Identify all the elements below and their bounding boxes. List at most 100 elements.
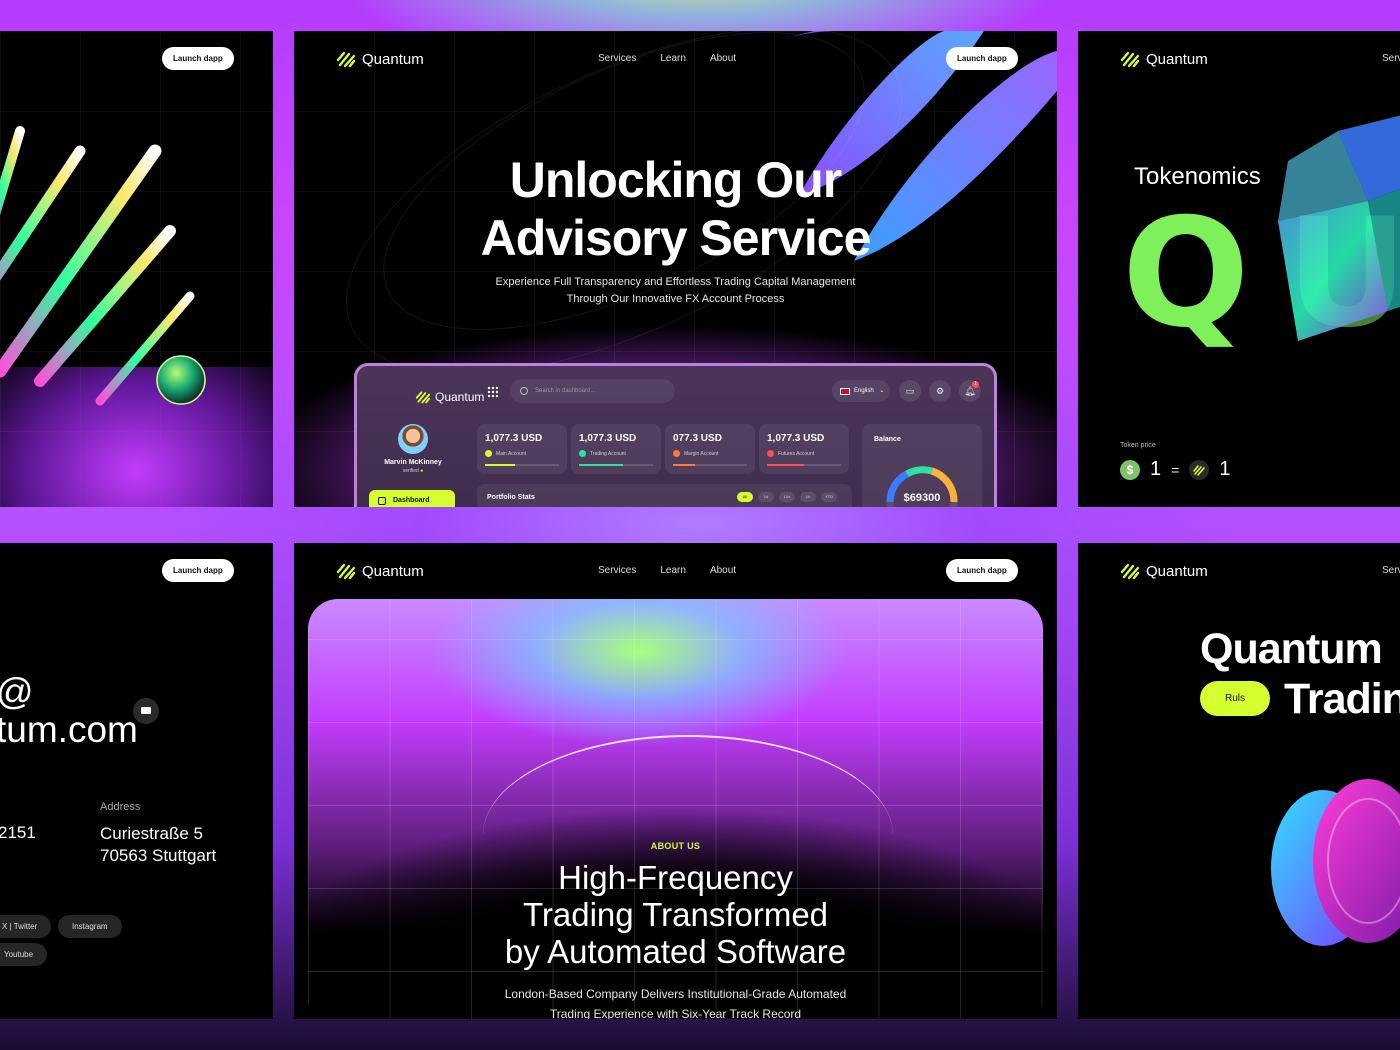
launch-dapp-button[interactable]: Launch dapp: [162, 559, 234, 582]
launch-dapp-button[interactable]: Launch dapp: [946, 559, 1018, 582]
hero-subtitle: Experience Full Transparency and Effortl…: [294, 274, 1057, 308]
notification-badge: 1: [972, 381, 979, 388]
nav-services[interactable]: Services: [598, 565, 636, 576]
about-subtitle-line-1: London-Based Company Delivers Institutio…: [504, 987, 847, 1001]
nav-services[interactable]: Services: [598, 53, 636, 64]
launch-dapp-button[interactable]: Launch dapp: [162, 47, 234, 70]
nav-services-partial[interactable]: Serv: [1382, 53, 1400, 64]
dashboard-search-input[interactable]: Search in dashboard...: [510, 379, 675, 403]
contact-email[interactable]: @ tum.com: [0, 673, 138, 749]
quantum-logo[interactable]: Quantum: [1120, 50, 1208, 68]
range-10d[interactable]: 10d: [779, 492, 795, 502]
panel-glow-art: Launch dapp: [0, 31, 273, 507]
uk-flag-icon: [840, 388, 850, 395]
account-dot-icon: [767, 450, 774, 457]
quantum-logo[interactable]: Quantum: [336, 562, 424, 580]
price-left-value: 1: [1150, 458, 1162, 480]
account-value: 1,077.3 USD: [767, 433, 825, 444]
account-card-futures[interactable]: 1,077.3 USD Futures Account: [759, 424, 849, 474]
search-placeholder: Search in dashboard...: [535, 388, 596, 394]
nav-about[interactable]: About: [710, 565, 736, 576]
range-all[interactable]: All: [737, 492, 753, 502]
quantum-logo-icon: [1120, 51, 1140, 68]
panel-advisory-hero: Quantum Services Learn About Launch dapp…: [294, 31, 1057, 507]
apps-grid-icon[interactable]: [487, 386, 499, 398]
social-youtube[interactable]: Youtube: [0, 943, 48, 966]
hero-title-line-2: Advisory Service: [480, 210, 872, 266]
hero-title: Unlocking Our Advisory Service: [294, 151, 1057, 267]
quantum-coin-icon: [1189, 459, 1210, 480]
gear-icon[interactable]: ⚙: [929, 380, 951, 402]
account-dot-icon: [673, 450, 680, 457]
range-1h[interactable]: 1h: [800, 492, 816, 502]
account-card-main[interactable]: 1,077.3 USD Main Account: [477, 424, 567, 474]
panel-quantum-trading: Quantum Serv Quantum Ruls Tradin: [1078, 543, 1400, 1019]
social-instagram[interactable]: Instagram: [58, 915, 122, 938]
account-value: 1,077.3 USD: [579, 433, 637, 444]
quantum-logo[interactable]: Quantum: [336, 50, 424, 68]
nav-learn[interactable]: Learn: [660, 53, 686, 64]
about-title-line-3: by Automated Software: [504, 933, 847, 970]
email-line-1: @: [0, 673, 138, 711]
quantum-logo-icon: [415, 391, 431, 404]
account-label: Margin Account: [684, 450, 719, 457]
about-hero-card: ABOUT US High-Frequency Trading Transfor…: [308, 599, 1043, 1019]
about-title: High-Frequency Trading Transformed by Au…: [308, 859, 1043, 970]
range-ytd[interactable]: YTD: [821, 492, 837, 502]
sidebar-item-label: Dashboard: [393, 497, 430, 504]
brand-name: Quantum: [1146, 50, 1208, 68]
account-label: Main Account: [496, 450, 527, 457]
account-card-margin[interactable]: 077.3 USD Margin Account: [665, 424, 755, 474]
account-dot-icon: [485, 450, 492, 457]
account-label: Trading Account: [590, 450, 626, 457]
headline-line-2: Tradin: [1284, 675, 1400, 723]
account-card-trading[interactable]: 1,077.3 USD Trading Account: [571, 424, 661, 474]
about-subtitle-line-2: Trading Experience with Six-Year Track R…: [549, 1007, 802, 1019]
glass-cube-illustration: [1278, 115, 1400, 341]
dollar-coin-icon: $: [1120, 459, 1140, 480]
quantum-logo[interactable]: Quantum: [1120, 562, 1208, 580]
top-nav: Services Learn About: [598, 565, 736, 576]
headline-line-1: Quantum: [1200, 625, 1383, 673]
address-label: Address: [100, 801, 141, 813]
social-twitter[interactable]: X | Twitter: [0, 915, 52, 938]
check-icon: ●: [420, 468, 424, 474]
address-line-1: Curiestraße 5: [100, 824, 203, 843]
dashboard-logo[interactable]: Quantum: [415, 390, 484, 404]
nav-about[interactable]: About: [710, 53, 736, 64]
ruls-badge-button[interactable]: Ruls: [1200, 681, 1270, 716]
about-subtitle: London-Based Company Delivers Institutio…: [308, 984, 1043, 1019]
nav-learn[interactable]: Learn: [660, 565, 686, 576]
sidebar-item-dashboard[interactable]: Dashboard: [369, 490, 455, 507]
brand-name: Quantum: [362, 50, 424, 68]
balance-card: Balance $69300: [862, 424, 982, 507]
account-label: Futures Account: [778, 450, 815, 457]
token-letter-q: Q: [1122, 187, 1250, 361]
neon-streaks-illustration: [0, 126, 206, 406]
bell-icon[interactable]: 🔔︎ 1: [959, 380, 981, 402]
dashboard-preview: Quantum Search in dashboard... English ⌄…: [354, 363, 997, 507]
nav-services-partial[interactable]: Serv: [1382, 565, 1400, 576]
about-title-line-2: Trading Transformed: [522, 896, 829, 933]
panel-about-us: Quantum Services Learn About Launch dapp…: [294, 543, 1057, 1019]
account-value: 1,077.3 USD: [485, 433, 543, 444]
chevron-down-icon: ⌄: [879, 388, 885, 394]
language-select[interactable]: English ⌄: [832, 380, 890, 402]
wallet-icon[interactable]: ▭: [899, 380, 921, 402]
brand-name: Quantum: [1146, 562, 1208, 580]
launch-dapp-button[interactable]: Launch dapp: [946, 47, 1018, 70]
balance-value: $69300: [903, 492, 941, 504]
quantum-logo-icon: [1120, 563, 1140, 580]
address-line-2: 70563 Stuttgart: [100, 846, 217, 865]
mail-icon[interactable]: [133, 698, 159, 724]
brand-name: Quantum: [362, 562, 424, 580]
email-line-2: tum.com: [0, 709, 138, 750]
portfolio-title: Portfolio Stats: [487, 494, 535, 501]
panel-tokenomics: Quantum Serv Tokenomics Q U Token price …: [1078, 31, 1400, 507]
equals-sign: =: [1171, 461, 1180, 478]
about-title-line-1: High-Frequency: [558, 859, 793, 896]
address-value: Curiestraße 5 70563 Stuttgart: [100, 823, 216, 867]
range-1d[interactable]: 1d: [758, 492, 774, 502]
search-icon: [520, 387, 528, 395]
user-verified-status: verified ●: [367, 468, 459, 474]
